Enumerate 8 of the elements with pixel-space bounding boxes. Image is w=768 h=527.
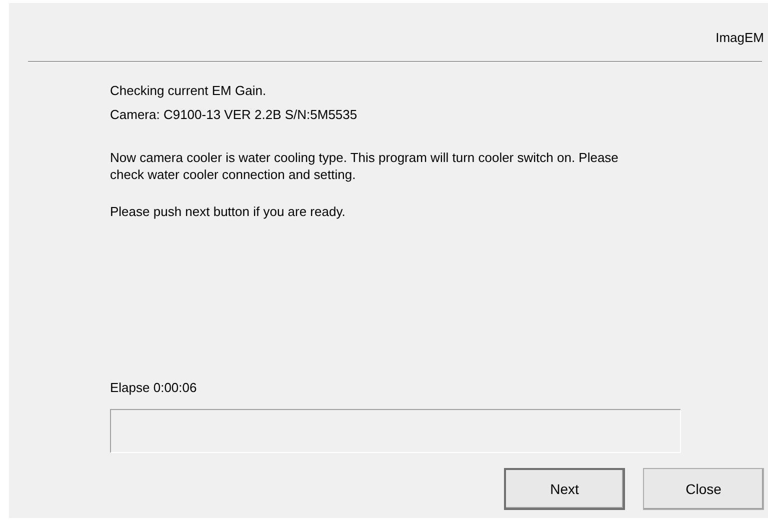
dialog-title: ImagEM	[716, 30, 764, 47]
elapsed-time: Elapse 0:00:06	[110, 379, 198, 397]
status-text: Checking current EM Gain.	[110, 82, 268, 100]
instruction-text: Please push next button if you are ready.	[110, 203, 346, 220]
close-button[interactable]: Close	[643, 468, 764, 510]
status-text: Camera: C9100-13 VER 2.2B S/N:5M5535	[110, 106, 358, 124]
next-button[interactable]: Next	[504, 468, 625, 510]
instruction-text: Now camera cooler is water cooling type. This program will turn cooler switch on. Please check water cooler connection and setting.	[110, 149, 620, 183]
